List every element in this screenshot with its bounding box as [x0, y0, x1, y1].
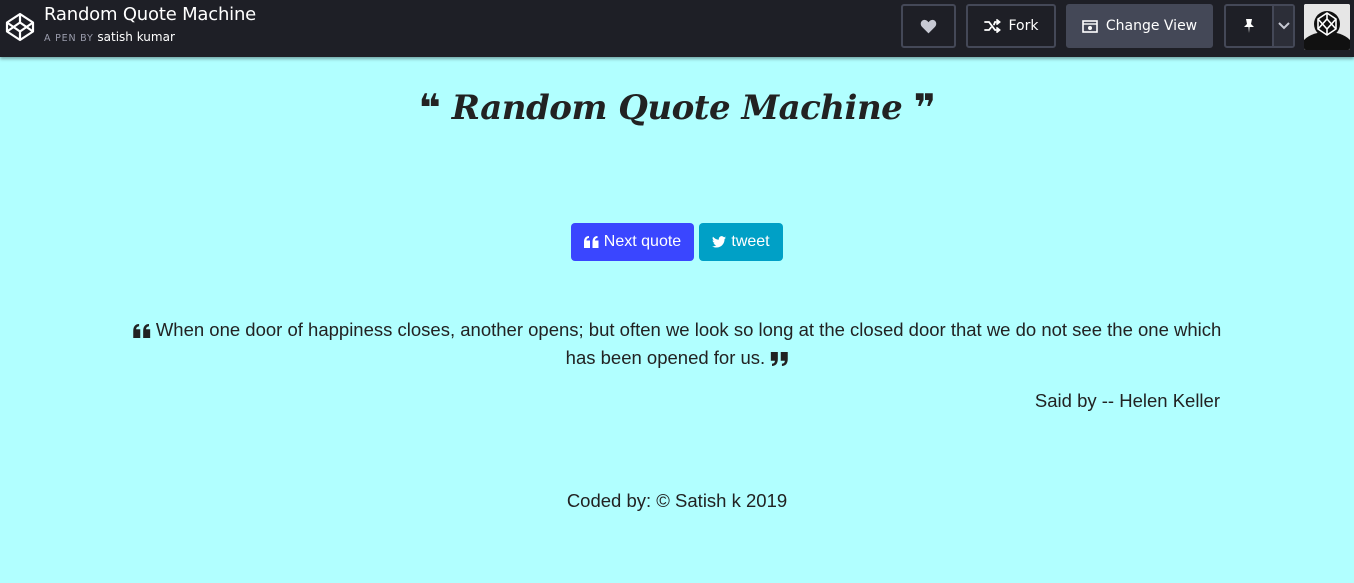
codepen-header: Random Quote Machine A PEN BY satish kum… [0, 0, 1354, 57]
pen-by-label: A PEN BY [44, 33, 94, 44]
pin-button-group [1224, 4, 1295, 48]
avatar-image [1304, 4, 1350, 50]
quote-author: Said by -- Helen Keller [1034, 390, 1220, 411]
quote-text: When one door of happiness closes, anoth… [130, 316, 1224, 372]
codepen-logo-icon[interactable] [4, 11, 36, 43]
pin-icon [1244, 19, 1254, 33]
pen-author-link[interactable]: satish kumar [97, 30, 174, 44]
page-title: ❝ Random Quote Machine ❞ [0, 86, 1354, 130]
page-title-text: Random Quote Machine [451, 88, 903, 128]
next-quote-label: Next quote [603, 233, 682, 250]
pen-title[interactable]: Random Quote Machine [44, 4, 256, 26]
pin-dropdown-button[interactable] [1274, 6, 1293, 46]
chevron-down-icon [1277, 22, 1290, 30]
pen-title-block: Random Quote Machine A PEN BY satish kum… [44, 4, 256, 48]
quote-left-icon [583, 236, 599, 248]
fork-icon [983, 19, 1001, 33]
quote-body: When one door of happiness closes, anoth… [155, 319, 1222, 368]
quote-left-icon [132, 324, 150, 338]
avatar[interactable] [1304, 4, 1350, 50]
pen-meta: A PEN BY satish kumar [44, 28, 256, 48]
quote-left-icon: ❝ [418, 86, 441, 130]
next-quote-button[interactable]: Next quote [571, 223, 694, 261]
pin-button[interactable] [1226, 6, 1272, 46]
change-view-button[interactable]: Change View [1066, 4, 1213, 48]
tweet-label: tweet [731, 233, 770, 250]
twitter-icon [712, 236, 727, 248]
fork-button[interactable]: Fork [966, 4, 1056, 48]
tweet-button[interactable]: tweet [699, 223, 783, 261]
heart-icon [920, 19, 937, 33]
quote-right-icon: ❞ [913, 86, 936, 130]
footer-credit: Coded by: © Satish k 2019 [566, 490, 788, 511]
quote-right-icon [771, 352, 789, 366]
change-view-label: Change View [1105, 18, 1198, 34]
change-view-icon [1082, 19, 1098, 33]
heart-button[interactable] [901, 4, 956, 48]
fork-label: Fork [1008, 18, 1039, 34]
